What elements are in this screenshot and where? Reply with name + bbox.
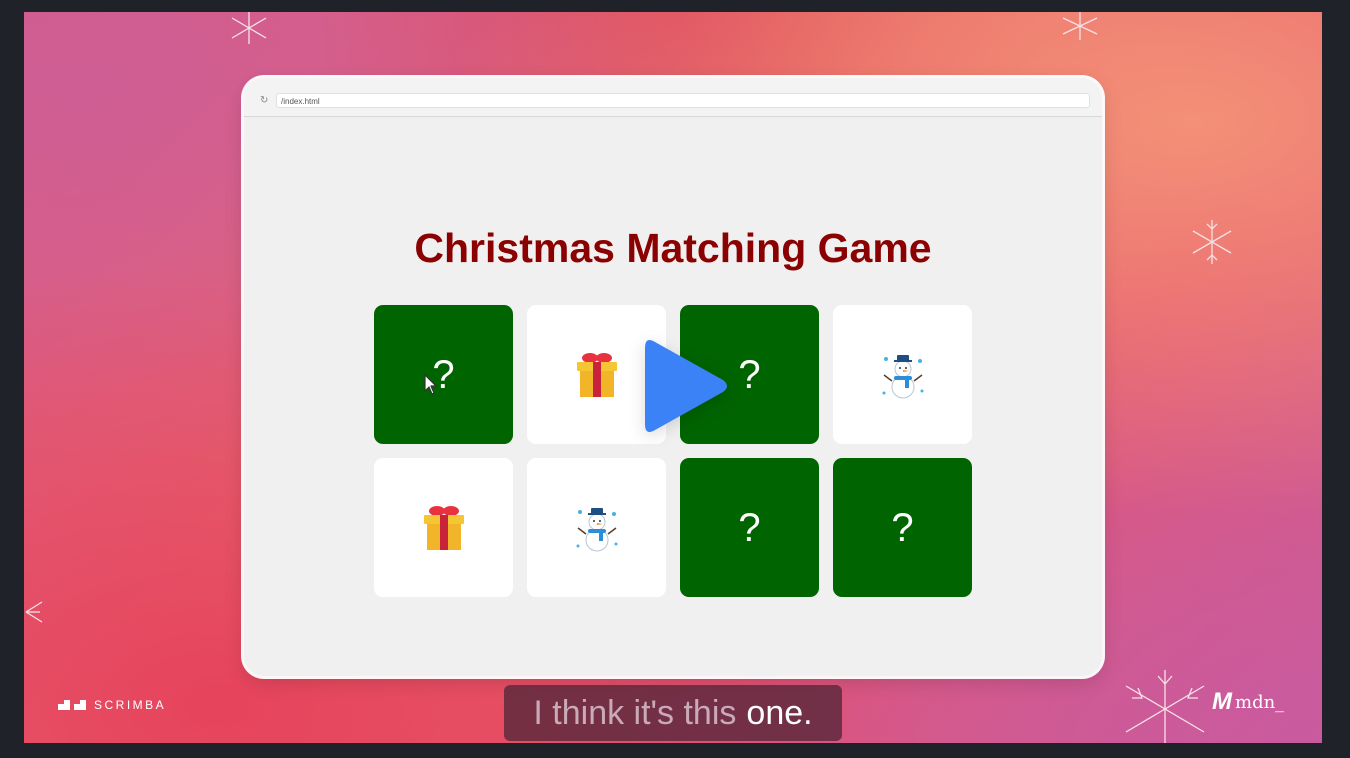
scrimba-mark-icon	[58, 700, 86, 710]
memory-card[interactable]: ?	[833, 458, 972, 597]
snowflake-icon	[25, 601, 43, 623]
mdn-mark-icon: M	[1212, 688, 1232, 715]
card-question-mark: ?	[738, 505, 761, 550]
scrimba-logo: SCRIMBA	[58, 698, 166, 712]
address-bar: ↻ /index.html	[244, 78, 1102, 117]
snowman-icon	[576, 507, 617, 551]
reload-icon[interactable]: ↻	[260, 96, 268, 106]
memory-card[interactable]	[374, 458, 513, 597]
video-frame[interactable]: ↻ /index.html Christmas Matching Game ? …	[24, 12, 1322, 743]
snowflake-icon	[231, 12, 267, 44]
play-icon[interactable]	[641, 334, 731, 438]
gift-icon	[576, 352, 617, 397]
memory-card[interactable]: ?	[374, 305, 513, 444]
snowflake-icon	[1125, 670, 1205, 743]
mdn-logo: M mdn_	[1212, 688, 1284, 716]
gift-icon	[423, 505, 464, 550]
memory-card[interactable]	[833, 305, 972, 444]
card-question-mark: ?	[738, 352, 761, 397]
mdn-wordmark: mdn_	[1235, 691, 1285, 713]
card-question-mark: ?	[891, 505, 914, 550]
mouse-cursor-icon	[424, 374, 437, 395]
snowflake-icon	[1062, 12, 1098, 40]
game-title: Christmas Matching Game	[414, 225, 932, 271]
subtitle-caption: I think it's this one.	[504, 685, 842, 741]
subtitle-spoken-text: I think it's this	[533, 693, 737, 732]
scrimba-wordmark: SCRIMBA	[94, 698, 167, 712]
url-field[interactable]: /index.html	[276, 93, 1090, 108]
snowman-icon	[882, 354, 923, 398]
memory-card[interactable]: ?	[680, 458, 819, 597]
snowflake-icon	[1192, 220, 1232, 264]
memory-card[interactable]	[527, 458, 666, 597]
subtitle-current-word: one.	[746, 693, 813, 732]
